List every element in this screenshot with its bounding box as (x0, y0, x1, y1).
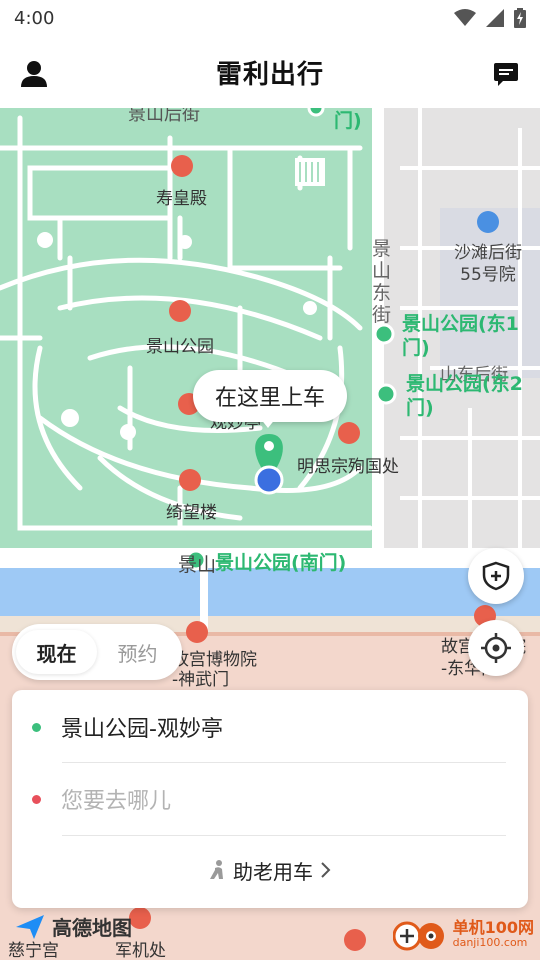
map-label-palace-north-line2: -神武门 (172, 670, 230, 690)
page-title: 雷利出行 (215, 59, 324, 90)
map-label-shatan: 沙滩后街 55号院 (454, 242, 522, 286)
pickup-here-bubble[interactable]: 在这里上车 (193, 370, 347, 422)
status-bar: 4:00 (0, 0, 540, 36)
map-provider-label: 高德地图 (52, 916, 132, 940)
map-label-mingsi: 明思宗殉国处 (297, 457, 399, 477)
map-label-east1-line2: 门) (402, 337, 430, 359)
battery-icon (514, 8, 526, 28)
destination-input[interactable]: 您要去哪儿 (61, 783, 171, 815)
bubble-tail (260, 418, 276, 428)
tab-now[interactable]: 现在 (16, 630, 97, 674)
elder-car-label: 助老用车 (233, 859, 313, 884)
profile-button[interactable] (16, 56, 52, 92)
map-label-east2-line2: 门) (406, 397, 434, 419)
crosshair-icon (481, 633, 511, 663)
trip-card: 景山公园-观妙亭 您要去哪儿 助老用车 (12, 690, 528, 908)
messages-button[interactable] (488, 56, 524, 92)
map-label-east2: 景山公园(东2 门) (406, 372, 523, 420)
map-label-shouhuang: 寿皇殿 (156, 189, 207, 209)
watermark-sub: danji100.com (452, 935, 528, 949)
watermark: 单机100网 danji100.com (392, 916, 534, 952)
wifi-icon (454, 9, 476, 26)
tab-reserve[interactable]: 预约 (97, 630, 178, 674)
app-header: 雷利出行 (0, 36, 540, 108)
pickup-pin (254, 434, 284, 495)
amap-arrow-icon (16, 914, 44, 939)
map-label-palace-north-line1: 故宫博物院 (172, 650, 257, 670)
map-label-street-vertical: 景山东街 (372, 238, 392, 326)
map-label-shatan-line1: 沙滩后街 (454, 243, 522, 263)
elder-icon (210, 860, 223, 879)
map-label-shatan-line2: 55号院 (460, 265, 516, 285)
map-label-south-gate-prefix: 景山 (178, 554, 217, 576)
map-label-top-street: 景山后街 (128, 108, 200, 125)
map-label-top-gate: 门) (334, 110, 362, 132)
map-label-jingshan-park: 景山公园 (146, 337, 214, 357)
watermark-text: 单机100网 (452, 917, 534, 937)
pickup-location: 景山公园-观妙亭 (61, 717, 223, 742)
time-tabs: 现在 预约 (12, 624, 182, 680)
status-time: 4:00 (14, 7, 55, 29)
destination-row[interactable]: 您要去哪儿 (12, 763, 528, 835)
pickup-dot (32, 722, 41, 732)
elder-car-button[interactable]: 助老用车 (12, 840, 528, 900)
user-icon (21, 61, 47, 87)
locate-me-button[interactable] (468, 620, 524, 676)
watermark-logo-icon (392, 921, 444, 951)
destination-dot (32, 794, 41, 804)
map-label-east1: 景山公园(东1 门) (402, 312, 519, 360)
map-label-palace-north: 故宫博物院 -神武门 (172, 650, 257, 690)
pickup-row[interactable]: 景山公园-观妙亭 (12, 691, 528, 763)
map-label-south-gate: 景山公园(南门) (215, 552, 347, 574)
map-label-east2-line1: 景山公园(东2 (406, 373, 523, 395)
divider (62, 835, 506, 836)
status-icons (454, 8, 526, 28)
signal-icon (486, 9, 504, 27)
safety-button[interactable] (468, 548, 524, 604)
map-label-qiwang: 绮望楼 (166, 503, 217, 523)
map-label-east1-line1: 景山公园(东1 (402, 313, 519, 335)
message-icon (494, 63, 518, 86)
map-provider-logo: 高德地图 (14, 912, 132, 941)
chevron-right-icon (321, 862, 331, 878)
shield-plus-icon (482, 561, 510, 591)
